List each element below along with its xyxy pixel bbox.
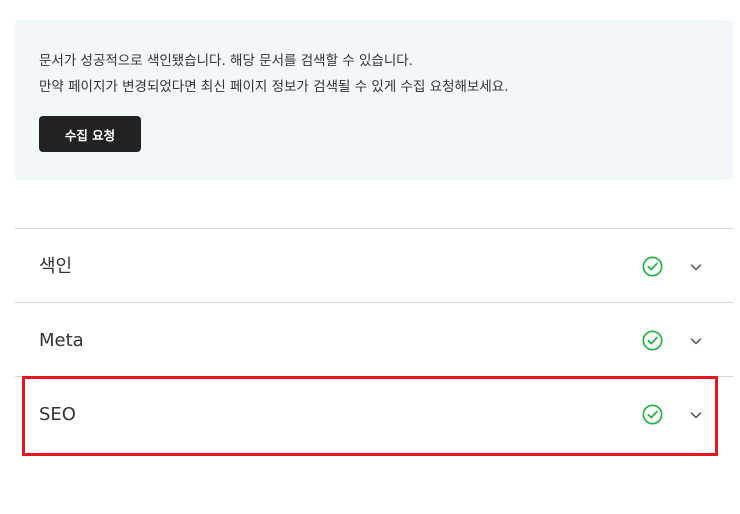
section-row-meta[interactable]: Meta (15, 302, 733, 376)
chevron-down-icon[interactable] (689, 260, 703, 274)
section-title: SEO (39, 404, 76, 425)
notice-message-line-2: 만약 페이지가 변경되었다면 최신 페이지 정보가 검색될 수 있게 수집 요청… (39, 79, 509, 95)
crawl-request-button[interactable]: 수집 요청 (39, 116, 141, 152)
notice-message-line-1: 문서가 성공적으로 색인됐습니다. 해당 문서를 검색할 수 있습니다. (39, 53, 413, 69)
page: 문서가 성공적으로 색인됐습니다. 해당 문서를 검색할 수 있습니다. 만약 … (0, 0, 740, 514)
check-circle-icon (642, 404, 663, 425)
section-title: Meta (39, 330, 84, 351)
chevron-down-icon[interactable] (689, 334, 703, 348)
section-row-index[interactable]: 색인 (15, 228, 733, 302)
index-status-notice: 문서가 성공적으로 색인됐습니다. 해당 문서를 검색할 수 있습니다. 만약 … (15, 20, 733, 180)
check-circle-icon (642, 256, 663, 277)
section-row-seo[interactable]: SEO (15, 376, 733, 450)
chevron-down-icon[interactable] (689, 408, 703, 422)
check-circle-icon (642, 330, 663, 351)
inspection-sections: 색인 Meta SEO (15, 228, 733, 450)
section-title: 색인 (39, 256, 73, 277)
